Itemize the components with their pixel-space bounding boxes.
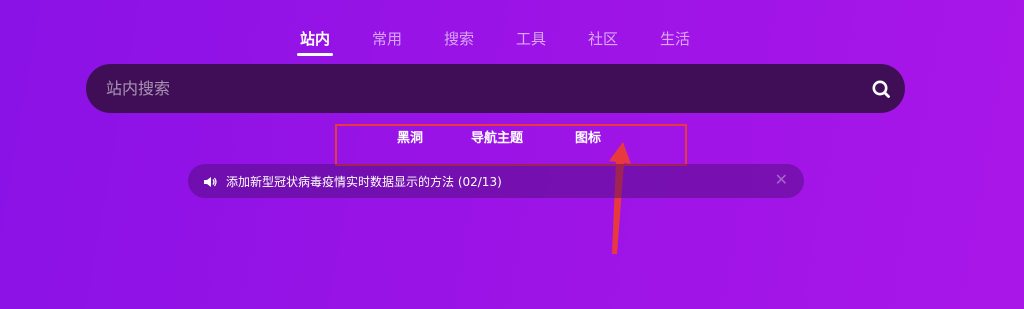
- search-input[interactable]: [106, 64, 846, 113]
- search-bar: [86, 64, 905, 113]
- category-tabs: 站内 常用 搜索 工具 社区 生活: [0, 28, 1024, 60]
- speaker-icon: [203, 174, 217, 188]
- tab-tools[interactable]: 工具: [516, 28, 546, 49]
- tab-life[interactable]: 生活: [660, 28, 690, 49]
- tab-search[interactable]: 搜索: [444, 28, 474, 49]
- tab-community[interactable]: 社区: [588, 28, 618, 49]
- annotation-highlight-box: [335, 124, 687, 166]
- notice-text[interactable]: 添加新型冠状病毒疫情实时数据显示的方法 (02/13): [226, 173, 502, 190]
- active-tab-indicator: [297, 53, 333, 56]
- search-icon[interactable]: [871, 79, 891, 99]
- notice-bar: 添加新型冠状病毒疫情实时数据显示的方法 (02/13) ✕: [188, 164, 804, 198]
- tab-common[interactable]: 常用: [372, 28, 402, 49]
- tab-site[interactable]: 站内: [300, 28, 330, 49]
- close-icon[interactable]: ✕: [775, 172, 788, 188]
